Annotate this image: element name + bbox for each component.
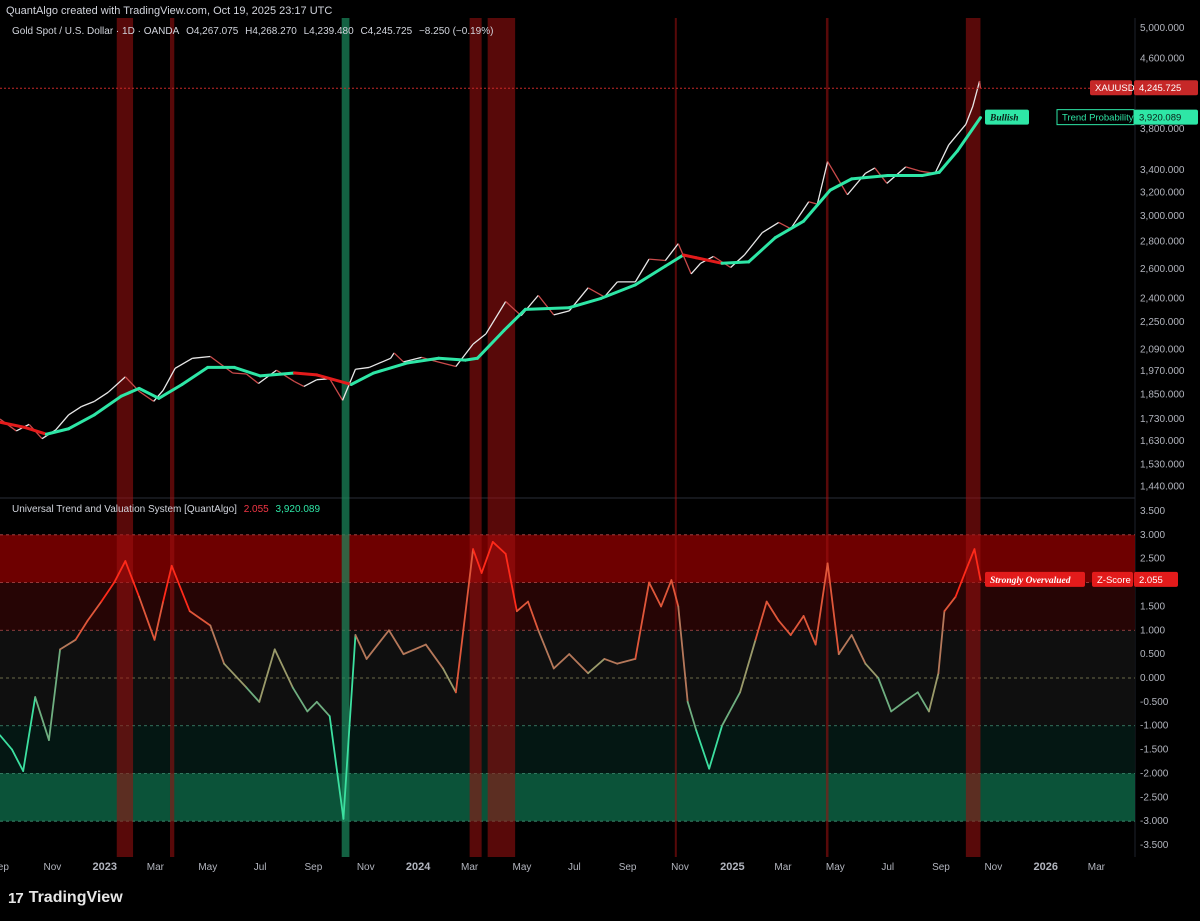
- zscore-tick-label: 3.500: [1140, 506, 1165, 517]
- time-tick-label: Sep: [304, 862, 322, 873]
- low-value: L4,239.480: [303, 26, 354, 37]
- price-tick-label: 5,000.000: [1140, 23, 1185, 34]
- time-tick-label: Mar: [1088, 862, 1106, 873]
- tradingview-logo-icon: 17: [8, 889, 24, 907]
- indicator-zscore-value: 2.055: [243, 504, 269, 515]
- zscore-tick-label: 3.000: [1140, 530, 1165, 541]
- open-value: O4,267.075: [186, 26, 239, 37]
- trend-segment: [437, 356, 467, 362]
- price-tick-label: 2,250.000: [1140, 317, 1185, 328]
- signal-band-red: [116, 18, 134, 857]
- trend-probability-value: 3,920.089: [1139, 113, 1181, 124]
- xauusd-symbol-tag: XAUUSD: [1095, 83, 1135, 94]
- time-tick-label: Mar: [147, 862, 165, 873]
- time-tick-label: Nov: [671, 862, 689, 873]
- price-tick-label: 2,600.000: [1140, 264, 1185, 275]
- time-tick-label: 2025: [720, 861, 744, 873]
- xauusd-price-tag: 4,245.725: [1139, 83, 1181, 94]
- time-tick-label: Mar: [774, 862, 792, 873]
- indicator-name[interactable]: Universal Trend and Valuation System [Qu…: [12, 504, 237, 515]
- zscore-value-tag: 2.055: [1139, 575, 1163, 586]
- time-tick-label: 2023: [93, 861, 117, 873]
- zscore-label-tag: Z-Score: [1097, 575, 1131, 586]
- time-tick-label: May: [513, 862, 532, 873]
- main-legend: Gold Spot / U.S. Dollar · 1D · OANDA O4,…: [12, 26, 497, 37]
- indicator-legend: Universal Trend and Valuation System [Qu…: [12, 504, 320, 515]
- signal-band-red: [487, 18, 516, 857]
- time-tick-label: Jul: [254, 862, 267, 873]
- price-tick-label: 1,440.000: [1140, 482, 1185, 493]
- price-tick-label: 3,400.000: [1140, 165, 1185, 176]
- time-tick-label: Nov: [357, 862, 375, 873]
- zscore-tick-label: -1.000: [1140, 721, 1169, 732]
- time-tick-label: Sep: [0, 862, 9, 873]
- indicator-trend-value: 3,920.089: [275, 504, 321, 515]
- change-value: −8.250 (−0.19%): [418, 26, 494, 37]
- price-tick-label: 2,090.000: [1140, 344, 1185, 355]
- price-tick-label: 1,970.000: [1140, 366, 1185, 377]
- zscore-tick-label: 0.500: [1140, 649, 1165, 660]
- time-tick-label: Nov: [984, 862, 1002, 873]
- zscore-tick-label: 1.000: [1140, 625, 1165, 636]
- time-tick-label: May: [198, 862, 217, 873]
- zscore-tick-label: -0.500: [1140, 697, 1169, 708]
- time-tick-label: Jul: [881, 862, 894, 873]
- zscore-tick-label: 0.000: [1140, 673, 1165, 684]
- strongly-overvalued-tag: Strongly Overvalued: [990, 576, 1071, 586]
- tradingview-footer[interactable]: 17 TradingView: [8, 889, 123, 907]
- time-tick-label: Nov: [43, 862, 61, 873]
- brand-label: TradingView: [28, 889, 123, 906]
- trend-segment: [292, 371, 319, 377]
- signal-band-red: [469, 18, 482, 857]
- bullish-tag: Bullish: [989, 114, 1019, 124]
- time-tick-label: Sep: [932, 862, 950, 873]
- zscore-tick-label: -1.500: [1140, 745, 1169, 756]
- time-tick-label: Mar: [461, 862, 479, 873]
- zscore-tick-label: -3.000: [1140, 816, 1169, 827]
- price-tick-label: 1,850.000: [1140, 389, 1185, 400]
- time-tick-label: May: [826, 862, 845, 873]
- time-tick-label: Sep: [619, 862, 637, 873]
- price-tick-label: 1,630.000: [1140, 436, 1185, 447]
- trend-segment: [720, 260, 751, 265]
- signal-band-red: [825, 18, 829, 857]
- price-tick-label: 4,600.000: [1140, 54, 1185, 65]
- zscore-tick-label: -2.500: [1140, 792, 1169, 803]
- close-value: C4,245.725: [360, 26, 413, 37]
- time-tick-label: Jul: [568, 862, 581, 873]
- created-caption: QuantAlgo created with TradingView.com, …: [6, 5, 333, 17]
- signal-band-red: [674, 18, 677, 857]
- time-tick-label: 2024: [406, 861, 431, 873]
- signal-band-red: [965, 18, 981, 857]
- zscore-tick-label: 2.500: [1140, 554, 1165, 565]
- trend-probability-label: Trend Probability: [1062, 113, 1134, 124]
- price-tick-label: 1,530.000: [1140, 459, 1185, 470]
- trend-segment: [463, 356, 479, 362]
- chart-canvas[interactable]: 5,000.000 4,600.000 3,800.000 3,400.000 3,20…: [0, 0, 1200, 921]
- price-tick-label: 1,730.000: [1140, 414, 1185, 425]
- signal-band-red: [169, 18, 175, 857]
- high-value: H4,268.270: [245, 26, 297, 37]
- price-tick-label: 3,000.000: [1140, 211, 1185, 222]
- price-tick-label: 3,200.000: [1140, 187, 1185, 198]
- price-tick-label: 2,400.000: [1140, 293, 1185, 304]
- zscore-tick-label: -2.000: [1140, 768, 1169, 779]
- zscore-tick-label: 1.500: [1140, 601, 1165, 612]
- time-tick-label: 2026: [1033, 861, 1057, 873]
- symbol-label[interactable]: Gold Spot / U.S. Dollar · 1D · OANDA: [12, 26, 179, 37]
- zscore-tick-label: -3.500: [1140, 840, 1169, 851]
- trend-segment: [523, 306, 571, 311]
- price-tick-label: 2,800.000: [1140, 237, 1185, 248]
- price-tick-label: 3,800.000: [1140, 124, 1185, 135]
- price-segment: [978, 80, 982, 89]
